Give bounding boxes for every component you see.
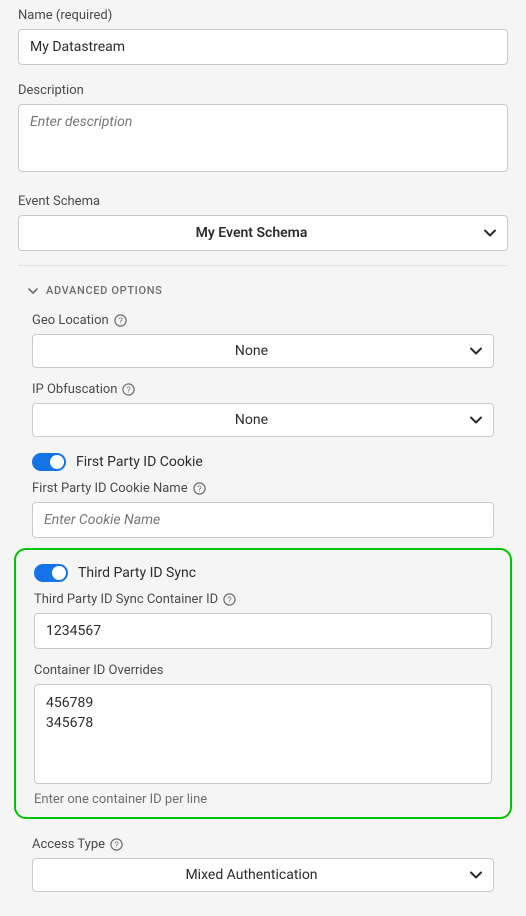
advanced-options-toggle[interactable]: ADVANCED OPTIONS: [0, 266, 526, 307]
third-party-sync-label: Third Party ID Sync: [78, 565, 196, 581]
advanced-options-label: ADVANCED OPTIONS: [46, 284, 162, 297]
third-party-sync-switch[interactable]: [34, 564, 68, 582]
svg-text:?: ?: [197, 484, 202, 493]
geo-location-select[interactable]: None: [32, 334, 494, 368]
event-schema-select[interactable]: My Event Schema: [18, 215, 508, 251]
first-party-cookie-name-input[interactable]: [32, 502, 494, 538]
third-party-container-id-label: Third Party ID Sync Container ID: [34, 592, 218, 607]
help-icon[interactable]: ?: [223, 593, 236, 606]
svg-text:?: ?: [114, 840, 119, 849]
help-icon[interactable]: ?: [193, 482, 206, 495]
third-party-sync-section: Third Party ID Sync Third Party ID Sync …: [14, 548, 512, 819]
description-textarea[interactable]: [18, 104, 508, 172]
container-id-overrides-hint: Enter one container ID per line: [34, 792, 492, 807]
chevron-down-icon: [28, 288, 38, 294]
third-party-container-id-input[interactable]: [34, 613, 492, 649]
container-id-overrides-textarea[interactable]: [34, 684, 492, 784]
help-icon[interactable]: ?: [110, 838, 123, 851]
help-icon[interactable]: ?: [122, 383, 135, 396]
help-icon[interactable]: ?: [114, 314, 127, 327]
name-input[interactable]: [18, 29, 508, 65]
name-label: Name (required): [18, 8, 508, 23]
description-label: Description: [18, 83, 508, 98]
ip-obfuscation-label: IP Obfuscation: [32, 382, 117, 397]
access-type-label: Access Type: [32, 837, 105, 852]
container-id-overrides-label: Container ID Overrides: [34, 663, 164, 678]
event-schema-label: Event Schema: [18, 194, 508, 209]
svg-text:?: ?: [118, 316, 123, 325]
svg-text:?: ?: [227, 595, 232, 604]
access-type-select[interactable]: Mixed Authentication: [32, 858, 494, 892]
first-party-cookie-switch[interactable]: [32, 453, 66, 471]
ip-obfuscation-select[interactable]: None: [32, 403, 494, 437]
geo-location-label: Geo Location: [32, 313, 109, 328]
first-party-cookie-label: First Party ID Cookie: [76, 454, 203, 470]
first-party-cookie-name-label: First Party ID Cookie Name: [32, 481, 188, 496]
svg-text:?: ?: [127, 385, 132, 394]
